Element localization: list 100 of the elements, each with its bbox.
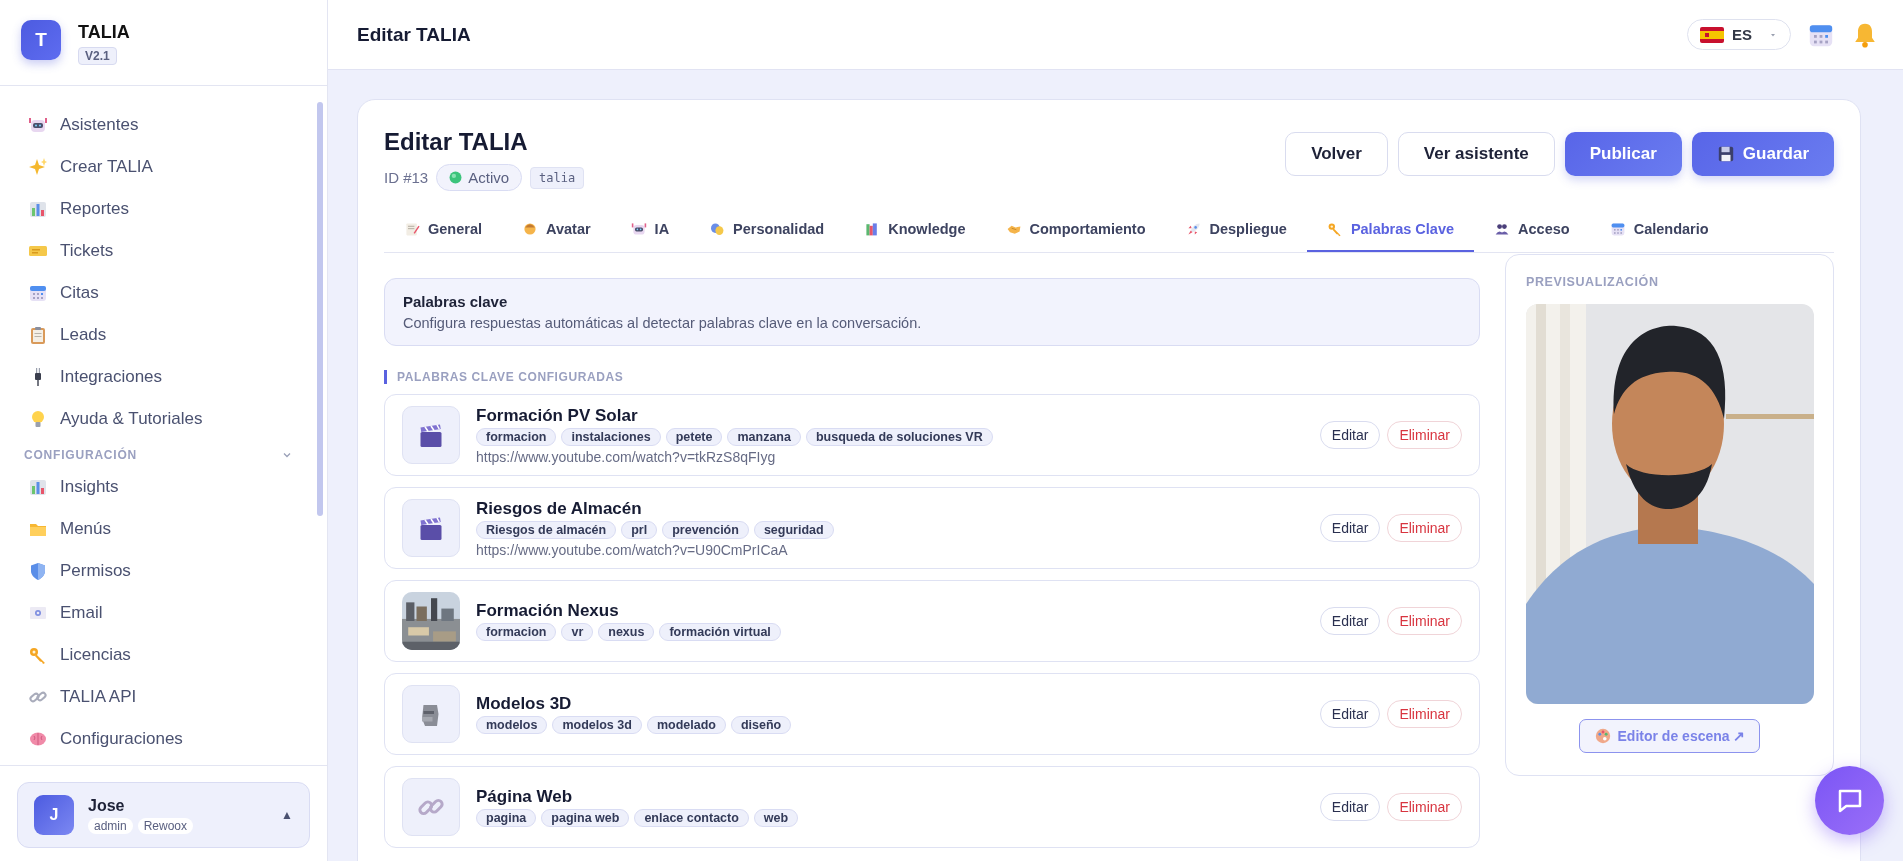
assistant-id: ID #13 <box>384 169 429 186</box>
keyword-tag: formacion <box>476 623 557 641</box>
scrollbar[interactable] <box>317 102 323 516</box>
keyword-tag: pagina web <box>541 809 630 827</box>
sidebar-item[interactable]: Tickets <box>0 230 327 272</box>
edit-button[interactable]: Editar <box>1319 607 1381 635</box>
keyword-tag: busqueda de soluciones VR <box>805 427 993 446</box>
status-badge: Activo <box>436 164 523 191</box>
keyword-tag: formacion <box>476 427 557 446</box>
user-card[interactable]: J Jose admin Rewoox ▲ <box>17 782 310 848</box>
sidebar-item[interactable]: Citas <box>0 272 327 314</box>
caret-icon: ▲ <box>281 808 293 822</box>
people-icon <box>1494 221 1511 237</box>
keyword-title: Formación Nexus <box>476 601 620 621</box>
robot-icon <box>630 221 647 237</box>
secondary-button[interactable]: Ver asistente <box>1397 132 1555 176</box>
palette-icon <box>1593 727 1612 745</box>
robot-icon <box>28 115 48 135</box>
page-title: Editar TALIA <box>357 23 471 46</box>
tab[interactable]: Comportamiento <box>985 211 1166 252</box>
edit-button[interactable]: Editar <box>1319 793 1381 821</box>
bar-chart-icon <box>28 477 48 497</box>
keyword-tag: vr <box>561 623 594 641</box>
clipboard-icon <box>28 325 48 345</box>
keyword-tag: seguridad <box>753 520 834 539</box>
bar-chart-icon <box>28 199 48 219</box>
tab[interactable]: Acceso <box>1474 211 1590 252</box>
logo: T <box>21 20 61 60</box>
rocket-icon <box>1185 221 1202 237</box>
keyword-tag: prl <box>621 520 658 539</box>
sidebar-item[interactable]: Crear TALIA <box>0 146 327 188</box>
tab[interactable]: Avatar <box>502 211 611 252</box>
keyword-tag: enlace contacto <box>634 809 749 827</box>
keyword-tag: modelado <box>646 716 726 734</box>
edit-button[interactable]: Editar <box>1319 700 1381 728</box>
tab[interactable]: General <box>384 211 502 252</box>
keyword-tag: modelos <box>476 716 548 734</box>
calendar-icon <box>28 283 48 303</box>
keyword-tag: Riesgos de almacén <box>476 520 617 539</box>
sidebar-item[interactable]: Ayuda & Tutoriales <box>0 398 327 440</box>
sidebar-item[interactable]: Licencias <box>0 634 327 676</box>
publish-button[interactable]: Publicar <box>1564 132 1682 176</box>
sidebar-item[interactable]: Configuraciones <box>0 718 327 760</box>
delete-button[interactable]: Eliminar <box>1387 607 1462 635</box>
info-text: Configura respuestas automáticas al detectar palabras clave en la conversación. <box>403 315 923 331</box>
slug-badge: talia <box>530 166 585 189</box>
edit-button[interactable]: Editar <box>1319 514 1381 542</box>
delete-button[interactable]: Eliminar <box>1387 793 1462 821</box>
delete-button[interactable]: Eliminar <box>1387 514 1462 542</box>
editor-title: Editar TALIA <box>384 128 529 156</box>
tab[interactable]: Personalidad <box>689 211 845 252</box>
shield-icon <box>28 561 48 581</box>
keyword-tag: pagina <box>476 809 537 827</box>
tab[interactable]: Knowledge <box>844 211 986 252</box>
secondary-button[interactable]: Volver <box>1285 132 1388 176</box>
tab[interactable]: Calendario <box>1589 211 1729 252</box>
sidebar-item[interactable]: Insights <box>0 466 327 508</box>
sidebar-item[interactable]: Permisos <box>0 550 327 592</box>
key-icon <box>28 645 48 665</box>
memo-icon <box>404 221 420 237</box>
sidebar-item[interactable]: TALIA API <box>0 676 327 718</box>
keyword-tag: instalaciones <box>561 427 661 446</box>
masks-icon <box>709 221 726 237</box>
key-icon <box>1326 221 1343 237</box>
edit-button[interactable]: Editar <box>1319 421 1381 449</box>
sparkle-icon <box>28 157 48 177</box>
delete-button[interactable]: Eliminar <box>1387 421 1462 449</box>
keyword-tag: formación virtual <box>659 623 781 641</box>
version-badge: V2.1 <box>78 47 117 65</box>
sidebar-item[interactable]: Reportes <box>0 188 327 230</box>
flag-icon <box>1700 26 1724 43</box>
calendar-icon <box>1609 221 1626 237</box>
url-text: https://www.youtube.com/watch?v=U90CmPrICaA <box>476 541 789 558</box>
tab[interactable]: IA <box>610 211 690 252</box>
keyword-title: Formación PV Solar <box>476 405 639 426</box>
save-button[interactable]: Guardar <box>1691 132 1834 176</box>
user-name: Jose <box>88 796 126 815</box>
section-heading: PALABRAS CLAVE CONFIGURADAS <box>384 370 1480 384</box>
keyword-tag: nexus <box>598 623 655 641</box>
sidebar-item[interactable]: Integraciones <box>0 356 327 398</box>
user-avatar: J <box>34 795 74 835</box>
sidebar-item[interactable]: Leads <box>0 314 327 356</box>
url-text: https://www.youtube.com/watch?v=tkRzS8qFIyg <box>476 448 777 465</box>
keyword-title: Modelos 3D <box>476 694 573 714</box>
role-tag: Rewoox <box>137 817 194 834</box>
keyword-tag: diseño <box>730 716 792 734</box>
keyword-tag: manzana <box>727 427 801 446</box>
section-label: CONFIGURACIÓN <box>24 448 138 462</box>
keyword-tag: prevención <box>662 520 749 539</box>
preview-label: PREVISUALIZACIÓN <box>1526 275 1659 289</box>
keyword-tag: web <box>753 809 799 827</box>
keyword-title: Riesgos de Almacén <box>476 498 643 519</box>
status-dot-icon <box>449 171 463 184</box>
sidebar-item[interactable]: Menús <box>0 508 327 550</box>
delete-button[interactable]: Eliminar <box>1387 700 1462 728</box>
tab[interactable]: Despliegue <box>1165 211 1307 252</box>
tab[interactable]: Palabras Clave <box>1306 211 1475 252</box>
sidebar-item[interactable]: Asistentes <box>0 104 327 146</box>
keyword-tag: petete <box>665 427 723 446</box>
sidebar-item[interactable]: Email <box>0 592 327 634</box>
